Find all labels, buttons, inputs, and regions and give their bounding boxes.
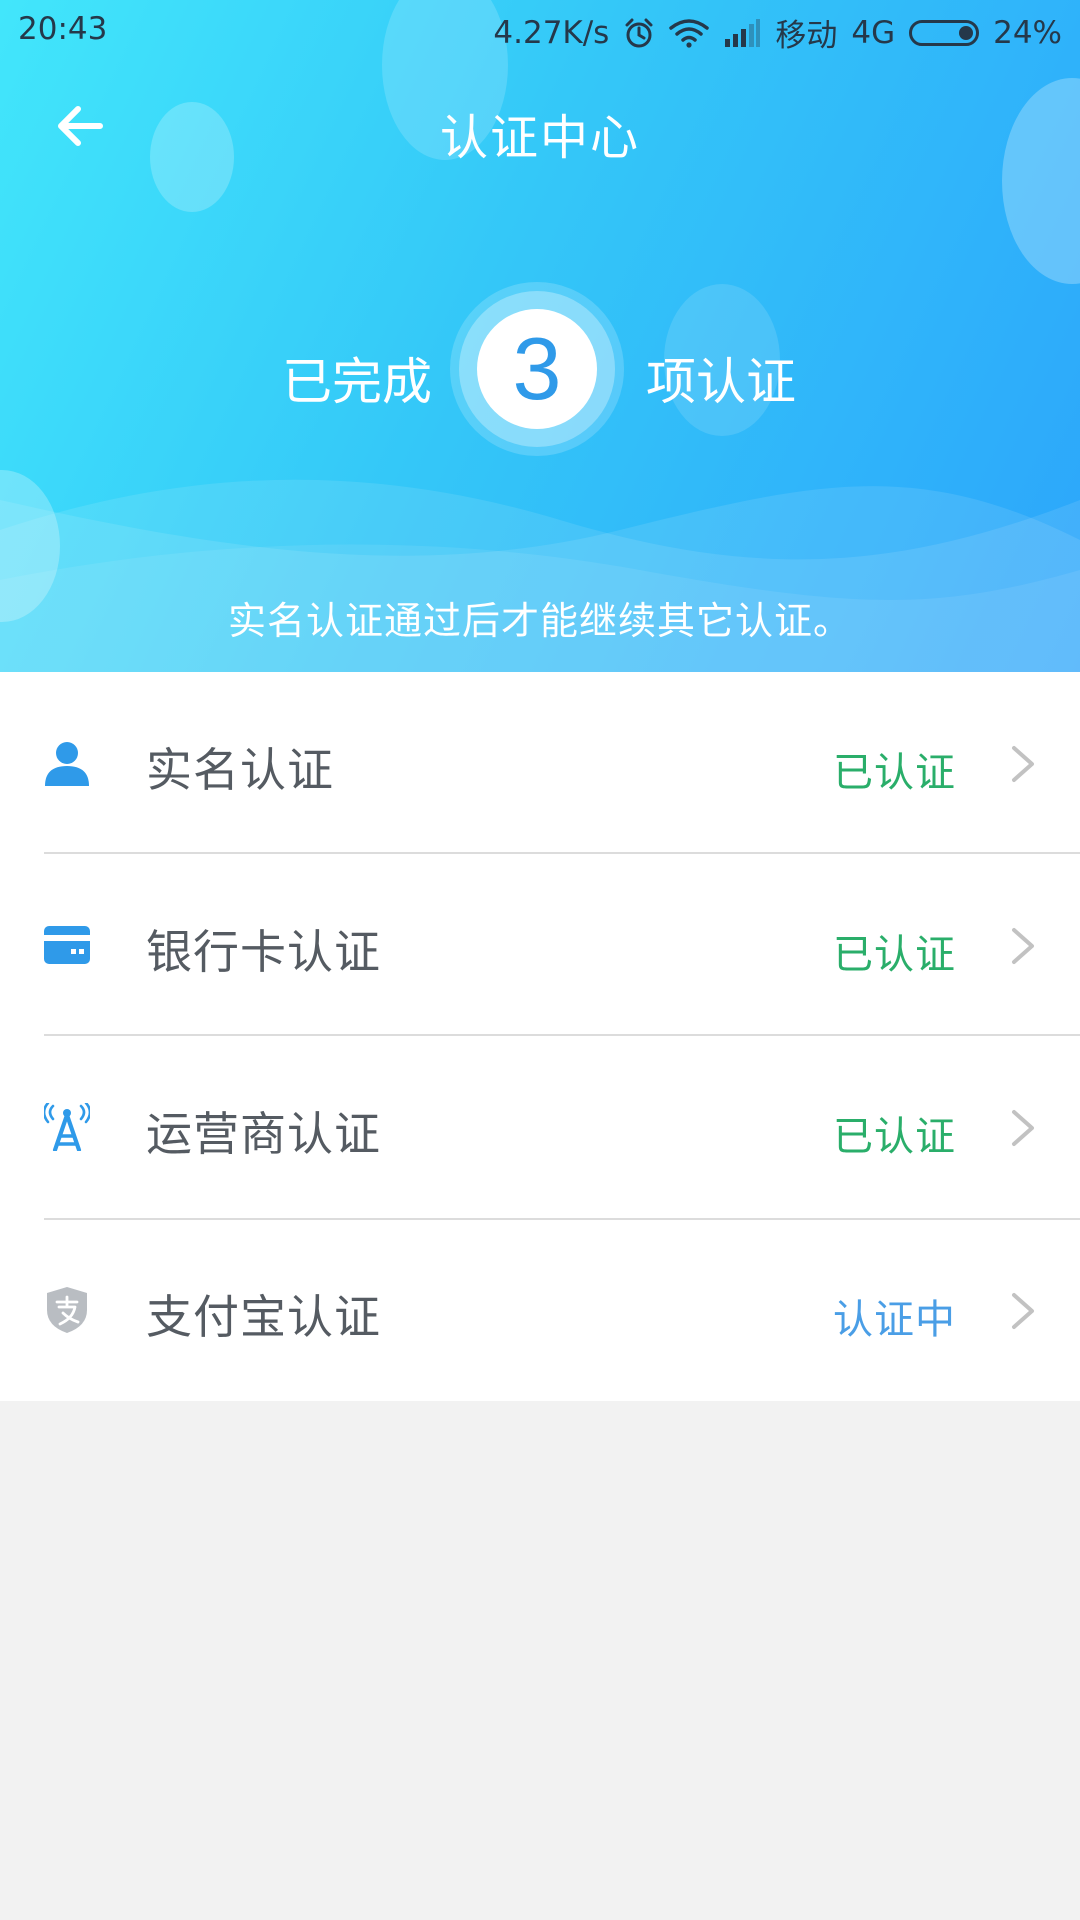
auth-item-real-name[interactable]: 实名认证 已认证 (0, 672, 1080, 854)
summary-prefix: 已完成 (282, 353, 432, 411)
battery-percent: 24% (993, 14, 1062, 51)
page-title: 认证中心 (439, 110, 640, 166)
auth-item-status: 认证中 (833, 1297, 956, 1343)
chevron-right-icon (1012, 1110, 1034, 1146)
auth-item-label: 运营商认证 (146, 1107, 381, 1161)
verification-hint: 实名认证通过后才能继续其它认证。 (227, 599, 852, 643)
completed-count-badge: 3 (450, 282, 624, 456)
completion-summary: 已完成 3 项认证 (0, 282, 1080, 462)
signal-icon (723, 18, 761, 47)
auth-item-bank-card[interactable]: 银行卡认证 已认证 (0, 854, 1080, 1036)
battery-level (959, 25, 974, 40)
badge-circle: 3 (477, 309, 597, 429)
auth-item-alipay[interactable]: 支付宝认证 认证中 (0, 1219, 1080, 1401)
empty-background (0, 1401, 1080, 1920)
bank-card-icon (44, 920, 90, 970)
auth-item-label: 支付宝认证 (146, 1290, 381, 1344)
wifi-icon (669, 18, 710, 48)
status-time: 20:43 (18, 11, 108, 47)
status-indicators: 4.27K/s 移动 4G 24% (493, 10, 1062, 55)
carrier-name: 移动 (775, 18, 838, 54)
network-type: 4G (851, 14, 896, 51)
chevron-right-icon (1012, 1293, 1034, 1329)
status-bar: 20:43 4.27K/s 移动 4G 24% (0, 0, 1080, 60)
auth-item-status: 已认证 (833, 932, 956, 978)
auth-center-screen: 20:43 4.27K/s 移动 4G 24% 认证中心 已完成 3 项认证 实… (0, 0, 1080, 1920)
auth-item-status: 已认证 (833, 1114, 956, 1160)
auth-list: 实名认证 已认证 银行卡认证 已认证 运营商认证 已认证 支付宝认证 认证中 (0, 672, 1080, 1401)
signal-tower-icon (44, 1102, 90, 1152)
alarm-icon (623, 17, 655, 49)
alipay-shield-icon (44, 1285, 90, 1335)
auth-item-carrier[interactable]: 运营商认证 已认证 (0, 1036, 1080, 1218)
header-banner: 20:43 4.27K/s 移动 4G 24% 认证中心 已完成 3 项认证 实… (0, 0, 1080, 672)
auth-item-label: 实名认证 (146, 743, 334, 797)
chevron-right-icon (1012, 928, 1034, 964)
chevron-right-icon (1012, 746, 1034, 782)
auth-item-status: 已认证 (833, 750, 956, 796)
completed-count: 3 (512, 319, 562, 418)
auth-item-label: 银行卡认证 (146, 925, 381, 979)
summary-suffix: 项认证 (646, 353, 796, 411)
network-speed: 4.27K/s (493, 14, 610, 51)
person-icon (44, 738, 90, 788)
battery-icon (909, 19, 980, 46)
